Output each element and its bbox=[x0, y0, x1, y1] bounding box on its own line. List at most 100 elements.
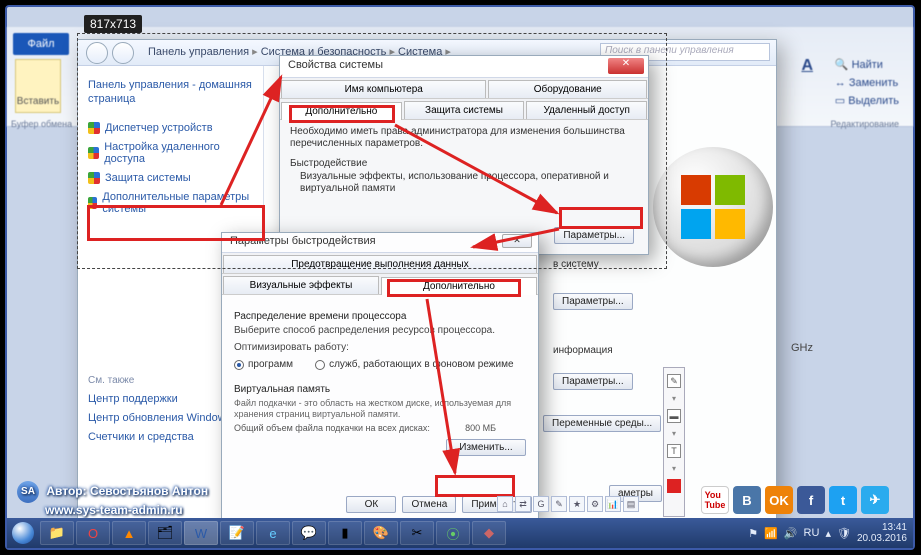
tray-icon[interactable]: ★ bbox=[569, 496, 585, 512]
admin-note: Необходимо иметь права администратора дл… bbox=[290, 126, 638, 150]
social-icons: YouTube B OK f t ✈ bbox=[701, 486, 889, 514]
vm-total-value: 800 МБ bbox=[465, 423, 496, 433]
taskbar-app-misc[interactable]: ◆ bbox=[472, 521, 506, 545]
advanced-system-settings-link[interactable]: Дополнительные параметры системы bbox=[88, 191, 253, 215]
taskbar-app-explorer[interactable]: 📁 bbox=[40, 521, 74, 545]
performance-options-dialog: Параметры быстродействия ✕ Предотвращени… bbox=[221, 232, 539, 520]
tab-advanced-perf[interactable]: Дополнительно bbox=[381, 277, 537, 295]
performance-group-title: Быстродействие bbox=[290, 158, 638, 169]
taskbar-app-terminal[interactable]: ▮ bbox=[328, 521, 362, 545]
system-properties-dialog: Свойства системы ✕ Имя компьютера Оборуд… bbox=[279, 55, 649, 255]
taskbar-app-opera[interactable]: O bbox=[76, 521, 110, 545]
env-vars-button[interactable]: Переменные среды... bbox=[543, 415, 661, 432]
taskbar-app-word[interactable]: W bbox=[184, 521, 218, 545]
tab-system-protection[interactable]: Защита системы bbox=[404, 101, 525, 119]
tray-icon[interactable]: G bbox=[533, 496, 549, 512]
windows-logo bbox=[653, 147, 773, 267]
tab-remote[interactable]: Удаленный доступ bbox=[526, 101, 647, 119]
tab-advanced[interactable]: Дополнительно bbox=[281, 102, 402, 120]
highlighter-tool[interactable]: ▬ bbox=[667, 409, 681, 423]
tab-computer-name[interactable]: Имя компьютера bbox=[281, 80, 486, 98]
login-section-label: в систему bbox=[553, 259, 599, 270]
tab-hardware[interactable]: Оборудование bbox=[488, 80, 647, 98]
tray-icon[interactable]: ✎ bbox=[551, 496, 567, 512]
snipping-tool-palette: ✎▾ ▬▾ T▾ bbox=[663, 367, 685, 517]
back-button[interactable] bbox=[86, 42, 108, 64]
taskbar-app-folder[interactable]: 🗂 bbox=[148, 521, 182, 545]
taskbar-app-paint[interactable]: 🎨 bbox=[364, 521, 398, 545]
pen-tool[interactable]: ✎ bbox=[667, 374, 681, 388]
device-manager-link[interactable]: Диспетчер устройств bbox=[88, 122, 253, 134]
file-tab[interactable]: Файл bbox=[13, 33, 69, 55]
dimension-badge: 817x713 bbox=[84, 15, 142, 33]
find-button[interactable]: 🔍 Найти bbox=[835, 57, 899, 73]
performance-group-desc: Визуальные эффекты, использование процес… bbox=[290, 171, 638, 195]
info-section-label: информация bbox=[553, 345, 613, 356]
scheduling-heading: Распределение времени процессора bbox=[234, 311, 526, 322]
facebook-icon[interactable]: f bbox=[797, 486, 825, 514]
ok-button[interactable]: ОК bbox=[346, 496, 396, 513]
editing-group-label: Редактирование bbox=[830, 119, 899, 129]
tray-icon[interactable]: ⇄ bbox=[515, 496, 531, 512]
taskbar-app-camtasia[interactable]: ⦿ bbox=[436, 521, 470, 545]
scheduling-sub: Выберите способ распределения ресурсов п… bbox=[234, 325, 526, 336]
video-watermark: SA Автор: Севостьянов Антон www.sys-team… bbox=[17, 481, 208, 518]
taskbar-app-notepad[interactable]: 📝 bbox=[220, 521, 254, 545]
clipboard-group-label: Буфер обмена bbox=[11, 119, 72, 129]
tray-flag-icon[interactable]: ⚑ bbox=[748, 527, 758, 540]
quick-launch-icons: ⌂ ⇄ G ✎ ★ ⚙ 📊 ▤ bbox=[497, 496, 639, 512]
control-panel-home-link[interactable]: Панель управления - домашняя страница bbox=[88, 78, 253, 106]
vk-icon[interactable]: B bbox=[733, 486, 761, 514]
params-button-1[interactable]: Параметры... bbox=[553, 293, 633, 310]
taskbar-app-browser[interactable]: e bbox=[256, 521, 290, 545]
youtube-icon[interactable]: YouTube bbox=[701, 486, 729, 514]
telegram-icon[interactable]: ✈ bbox=[861, 486, 889, 514]
tab-dep[interactable]: Предотвращение выполнения данных bbox=[223, 255, 537, 273]
select-button[interactable]: ▭ Выделить bbox=[835, 93, 899, 109]
tab-visual-effects[interactable]: Визуальные эффекты bbox=[223, 276, 379, 294]
replace-button[interactable]: ↔ Заменить bbox=[835, 75, 899, 91]
taskbar-app-vlc[interactable]: ▲ bbox=[112, 521, 146, 545]
paste-button[interactable]: Вставить bbox=[15, 59, 61, 113]
radio-programs[interactable] bbox=[234, 360, 244, 370]
windows-taskbar: 📁 O ▲ 🗂 W 📝 e 💬 ▮ 🎨 ✂ ⦿ ◆ ⚑ 📶 🔊 RU ▴ 🛡 1… bbox=[7, 518, 913, 548]
taskbar-app-chat[interactable]: 💬 bbox=[292, 521, 326, 545]
shield-icon bbox=[88, 147, 99, 159]
radio-services[interactable] bbox=[315, 360, 325, 370]
ok-icon[interactable]: OK bbox=[765, 486, 793, 514]
twitter-icon[interactable]: t bbox=[829, 486, 857, 514]
tray-chevron-icon[interactable]: ▴ bbox=[825, 527, 831, 540]
shield-icon bbox=[88, 197, 97, 209]
color-swatch[interactable] bbox=[667, 479, 681, 493]
tray-icon[interactable]: ⌂ bbox=[497, 496, 513, 512]
tray-icon[interactable]: 📊 bbox=[605, 496, 621, 512]
text-tool[interactable]: T bbox=[667, 444, 681, 458]
tray-icon[interactable]: ▤ bbox=[623, 496, 639, 512]
tray-icon[interactable]: ⚙ bbox=[587, 496, 603, 512]
close-button[interactable]: ✕ bbox=[608, 58, 644, 74]
radio-programs-label: программ bbox=[248, 359, 293, 370]
taskbar-app-snip[interactable]: ✂ bbox=[400, 521, 434, 545]
forward-button[interactable] bbox=[112, 42, 134, 64]
optimize-label: Оптимизировать работу: bbox=[234, 342, 526, 353]
remote-settings-link[interactable]: Настройка удаленного доступа bbox=[88, 141, 253, 165]
system-protection-link[interactable]: Защита системы bbox=[88, 172, 253, 184]
cpu-ghz-text: GHz bbox=[791, 342, 813, 354]
vm-change-button[interactable]: Изменить... bbox=[446, 439, 526, 456]
shield-icon bbox=[88, 122, 100, 134]
close-button[interactable]: ✕ bbox=[502, 234, 532, 248]
tray-volume-icon[interactable]: 🔊 bbox=[784, 527, 798, 540]
tray-network-icon[interactable]: 📶 bbox=[764, 527, 778, 540]
language-indicator[interactable]: RU bbox=[804, 527, 820, 539]
performance-settings-button[interactable]: Параметры... bbox=[554, 227, 634, 244]
dialog-title: Свойства системы bbox=[288, 59, 383, 71]
start-button[interactable] bbox=[7, 518, 39, 548]
vm-heading: Виртуальная память bbox=[234, 384, 526, 395]
cancel-button[interactable]: Отмена bbox=[402, 496, 456, 513]
tray-shield-icon[interactable]: 🛡 bbox=[837, 527, 851, 540]
params-button-2[interactable]: Параметры... bbox=[553, 373, 633, 390]
shield-icon bbox=[88, 172, 100, 184]
vm-description: Файл подкачки - это область на жестком д… bbox=[234, 398, 526, 420]
font-color-sample: A bbox=[801, 57, 813, 75]
taskbar-clock[interactable]: 13:41 20.03.2016 bbox=[857, 522, 907, 544]
